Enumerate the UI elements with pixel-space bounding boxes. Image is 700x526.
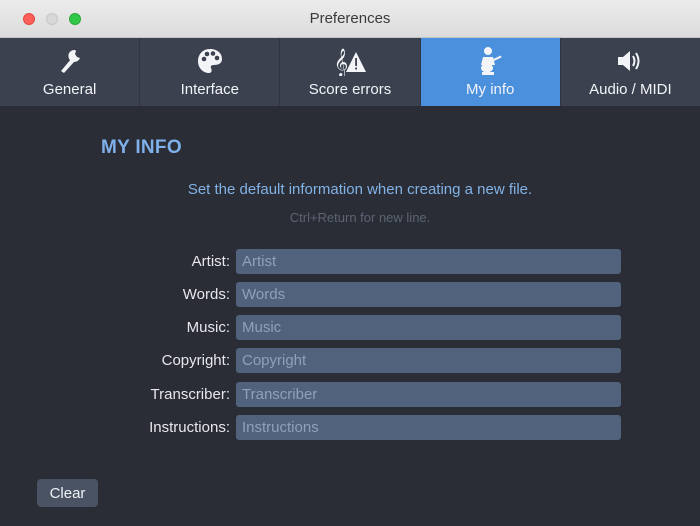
- preferences-window: Preferences General Interface 𝄞 Score er…: [0, 0, 700, 526]
- words-label: Words:: [182, 286, 230, 303]
- tab-audio-midi[interactable]: Audio / MIDI: [561, 38, 700, 106]
- wrench-icon: [0, 46, 139, 76]
- section-heading: MY INFO: [101, 137, 182, 158]
- guitarist-icon: [421, 46, 560, 76]
- speaker-icon: [561, 46, 700, 76]
- instructions-row: Instructions:: [0, 415, 700, 441]
- svg-text:𝄞: 𝄞: [334, 48, 348, 76]
- clef-warning-icon: 𝄞: [280, 46, 419, 76]
- music-row: Music:: [0, 315, 700, 341]
- tab-score-errors-label: Score errors: [308, 81, 392, 98]
- copyright-label: Copyright:: [161, 352, 230, 369]
- tab-interface[interactable]: Interface: [140, 38, 281, 106]
- palette-icon: [140, 46, 279, 76]
- section-subtitle: Set the default information when creatin…: [187, 181, 533, 198]
- music-field[interactable]: [236, 315, 621, 340]
- instructions-label: Instructions:: [149, 419, 230, 436]
- words-field[interactable]: [236, 282, 621, 307]
- title-bar: Preferences: [0, 0, 700, 38]
- transcriber-field[interactable]: [236, 382, 621, 407]
- tab-general-label: General: [42, 81, 97, 98]
- tab-audio-midi-label: Audio / MIDI: [589, 81, 672, 98]
- tab-my-info[interactable]: My info: [420, 38, 561, 106]
- window-title: Preferences: [309, 10, 391, 27]
- artist-row: Artist:: [0, 249, 700, 275]
- tab-interface-label: Interface: [180, 81, 239, 98]
- clear-button[interactable]: Clear: [37, 479, 98, 507]
- tab-score-errors[interactable]: 𝄞 Score errors: [280, 38, 421, 106]
- artist-label: Artist:: [191, 253, 230, 270]
- artist-field[interactable]: [236, 249, 621, 274]
- music-label: Music:: [186, 319, 230, 336]
- words-row: Words:: [0, 282, 700, 308]
- copyright-row: Copyright:: [0, 348, 700, 374]
- instructions-field[interactable]: [236, 415, 621, 440]
- tab-my-info-label: My info: [466, 81, 515, 98]
- preferences-toolbar: General Interface 𝄞 Score errors My info…: [0, 38, 700, 106]
- copyright-field[interactable]: [236, 348, 621, 373]
- transcriber-row: Transcriber:: [0, 382, 700, 408]
- transcriber-label: Transcriber:: [150, 386, 230, 403]
- tab-general[interactable]: General: [0, 38, 141, 106]
- section-hint: Ctrl+Return for new line.: [289, 210, 431, 225]
